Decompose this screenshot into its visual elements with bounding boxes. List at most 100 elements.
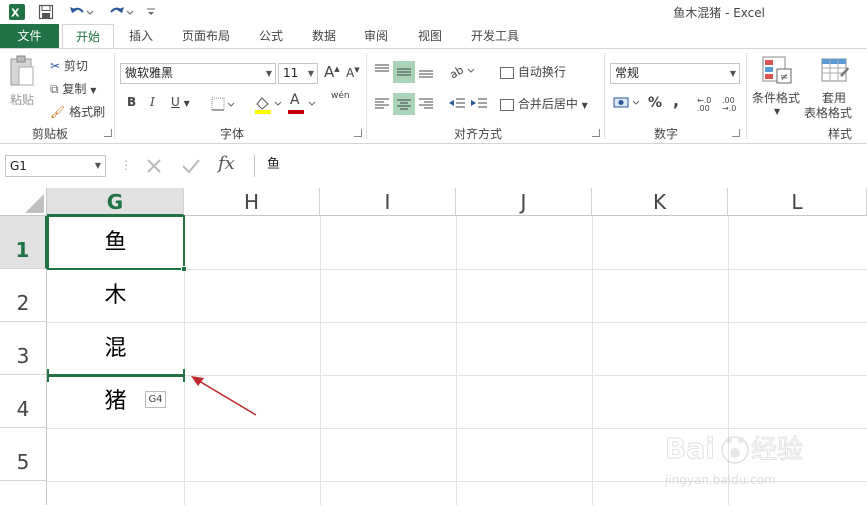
select-all-corner[interactable] [0,188,47,216]
chevron-down-icon: ▼ [183,99,190,108]
align-middle-icon[interactable] [393,61,415,83]
conditional-format-label: 条件格式 [752,91,801,105]
row-header-4[interactable]: 4 [0,375,47,428]
tab-page-layout[interactable]: 页面布局 [172,24,240,48]
row-header-6[interactable] [0,481,47,505]
orientation-icon[interactable]: ab [447,61,476,81]
underline-label: U [171,95,180,109]
tab-review[interactable]: 审阅 [354,24,398,48]
conditional-format-icon: ≠ [762,56,792,84]
wrap-text-button[interactable]: 自动换行 [500,63,566,80]
insert-function-button[interactable]: fx [218,153,235,174]
gridline [320,216,321,505]
column-header-i[interactable]: I [320,188,456,216]
enter-icon[interactable] [180,156,202,176]
name-box[interactable]: G1 ▼ [5,155,106,177]
tab-formulas[interactable]: 公式 [250,24,292,48]
shrink-font-button[interactable]: A▼ [346,66,360,80]
grow-font-label: A [324,63,335,81]
align-center-icon[interactable] [393,93,415,115]
percent-button[interactable]: % [648,95,662,111]
merge-center-label: 合并后居中 [517,97,578,111]
active-cell-border [47,215,185,270]
chevron-down-icon: ▼ [307,69,314,78]
row-header-3[interactable]: 3 [0,322,47,375]
copy-button[interactable]: ⧉ 复制 ▼ [50,80,96,97]
align-bottom-icon[interactable] [416,61,436,81]
tab-insert[interactable]: 插入 [120,24,162,48]
cell-g2[interactable]: 木 [47,269,184,322]
row-header-5[interactable]: 5 [0,428,47,481]
group-separator [366,53,367,139]
font-size-combo[interactable]: 11 ▼ [278,63,318,84]
cancel-icon[interactable] [144,156,164,176]
font-color-label: A [290,92,300,108]
tab-home[interactable]: 开始 [62,24,114,49]
format-painter-label: 格式刷 [69,105,106,119]
format-as-table-button[interactable]: 套用 表格格式 [804,55,862,121]
svg-text:Bai: Bai [665,432,715,465]
clipboard-launcher-icon[interactable] [104,129,112,137]
font-color-icon[interactable]: A [287,92,319,114]
font-name-combo[interactable]: 微软雅黑 ▼ [120,63,276,84]
decrease-indent-icon[interactable] [447,93,467,113]
title-bar: X 鱼木混猪 - Excel [0,0,867,24]
alignment-group-label: 对齐方式 [454,127,503,141]
fill-color-icon[interactable] [253,94,283,114]
column-header-h[interactable]: H [184,188,320,216]
spreadsheet-grid[interactable]: G H I J K L 1 2 3 4 5 鱼 木 混 猪 G4 Bai 经验 [0,188,867,505]
increase-indent-icon[interactable] [469,93,489,113]
tab-view[interactable]: 视图 [408,24,452,48]
number-launcher-icon[interactable] [732,129,740,137]
column-header-j[interactable]: J [456,188,592,216]
tab-file[interactable]: 文件 [0,24,59,48]
formula-input[interactable]: 鱼 [254,155,867,177]
table-format-icon [821,58,849,82]
paste-icon [10,55,34,86]
underline-button[interactable]: U ▼ [171,95,190,109]
currency-icon[interactable] [612,93,642,113]
wrap-text-icon [500,66,514,79]
grow-font-button[interactable]: A▲ [324,63,340,81]
bold-button[interactable]: B [127,95,136,109]
merge-center-button[interactable]: 合并后居中 ▼ [500,95,588,112]
table-format-label-2: 表格格式 [804,106,853,120]
cell-g3[interactable]: 混 [47,322,184,375]
chevron-down-icon: ▼ [774,107,781,116]
row-header-1[interactable]: 1 [0,216,47,269]
column-header-g[interactable]: G [47,188,184,216]
align-top-icon[interactable] [372,61,392,81]
number-format-combo[interactable]: 常规 ▼ [610,63,740,84]
styles-group-label: 样式 [828,127,853,141]
tab-data[interactable]: 数据 [302,24,346,48]
align-left-icon[interactable] [372,93,392,113]
font-name-value: 微软雅黑 [125,66,174,80]
gridline [592,216,593,505]
svg-text:ab: ab [448,63,466,81]
ribbon-tabs: 文件 开始 插入 页面布局 公式 数据 审阅 视图 开发工具 [0,24,867,49]
scissors-icon: ✂ [50,59,61,73]
decrease-decimal-button[interactable]: .00 →.0 [722,97,744,113]
column-header-k[interactable]: K [592,188,728,216]
chevron-down-icon: ▼ [729,69,736,78]
annotation-arrow-icon [191,376,257,416]
column-header-l[interactable]: L [728,188,867,216]
font-launcher-icon[interactable] [354,129,362,137]
alignment-launcher-icon[interactable] [592,129,600,137]
increase-decimal-button[interactable]: ←.0 .00 [697,97,719,113]
cut-button[interactable]: ✂ 剪切 [50,57,88,74]
italic-button[interactable]: I [150,95,155,109]
drag-insert-indicator-right [183,369,185,382]
gridline [456,216,457,505]
phonetic-button[interactable]: wén [331,91,350,101]
tab-developer[interactable]: 开发工具 [460,24,530,48]
align-right-icon[interactable] [416,93,436,113]
borders-icon[interactable] [211,96,237,112]
format-painter-button[interactable]: 🖌 格式刷 [50,103,105,120]
merge-icon [500,98,514,111]
paste-button[interactable]: 粘贴 [7,55,41,115]
comma-button[interactable]: , [673,91,679,110]
conditional-format-button[interactable]: ≠ 条件格式 ▼ [752,55,802,121]
row-header-2[interactable]: 2 [0,269,47,322]
fill-handle[interactable] [181,266,187,272]
